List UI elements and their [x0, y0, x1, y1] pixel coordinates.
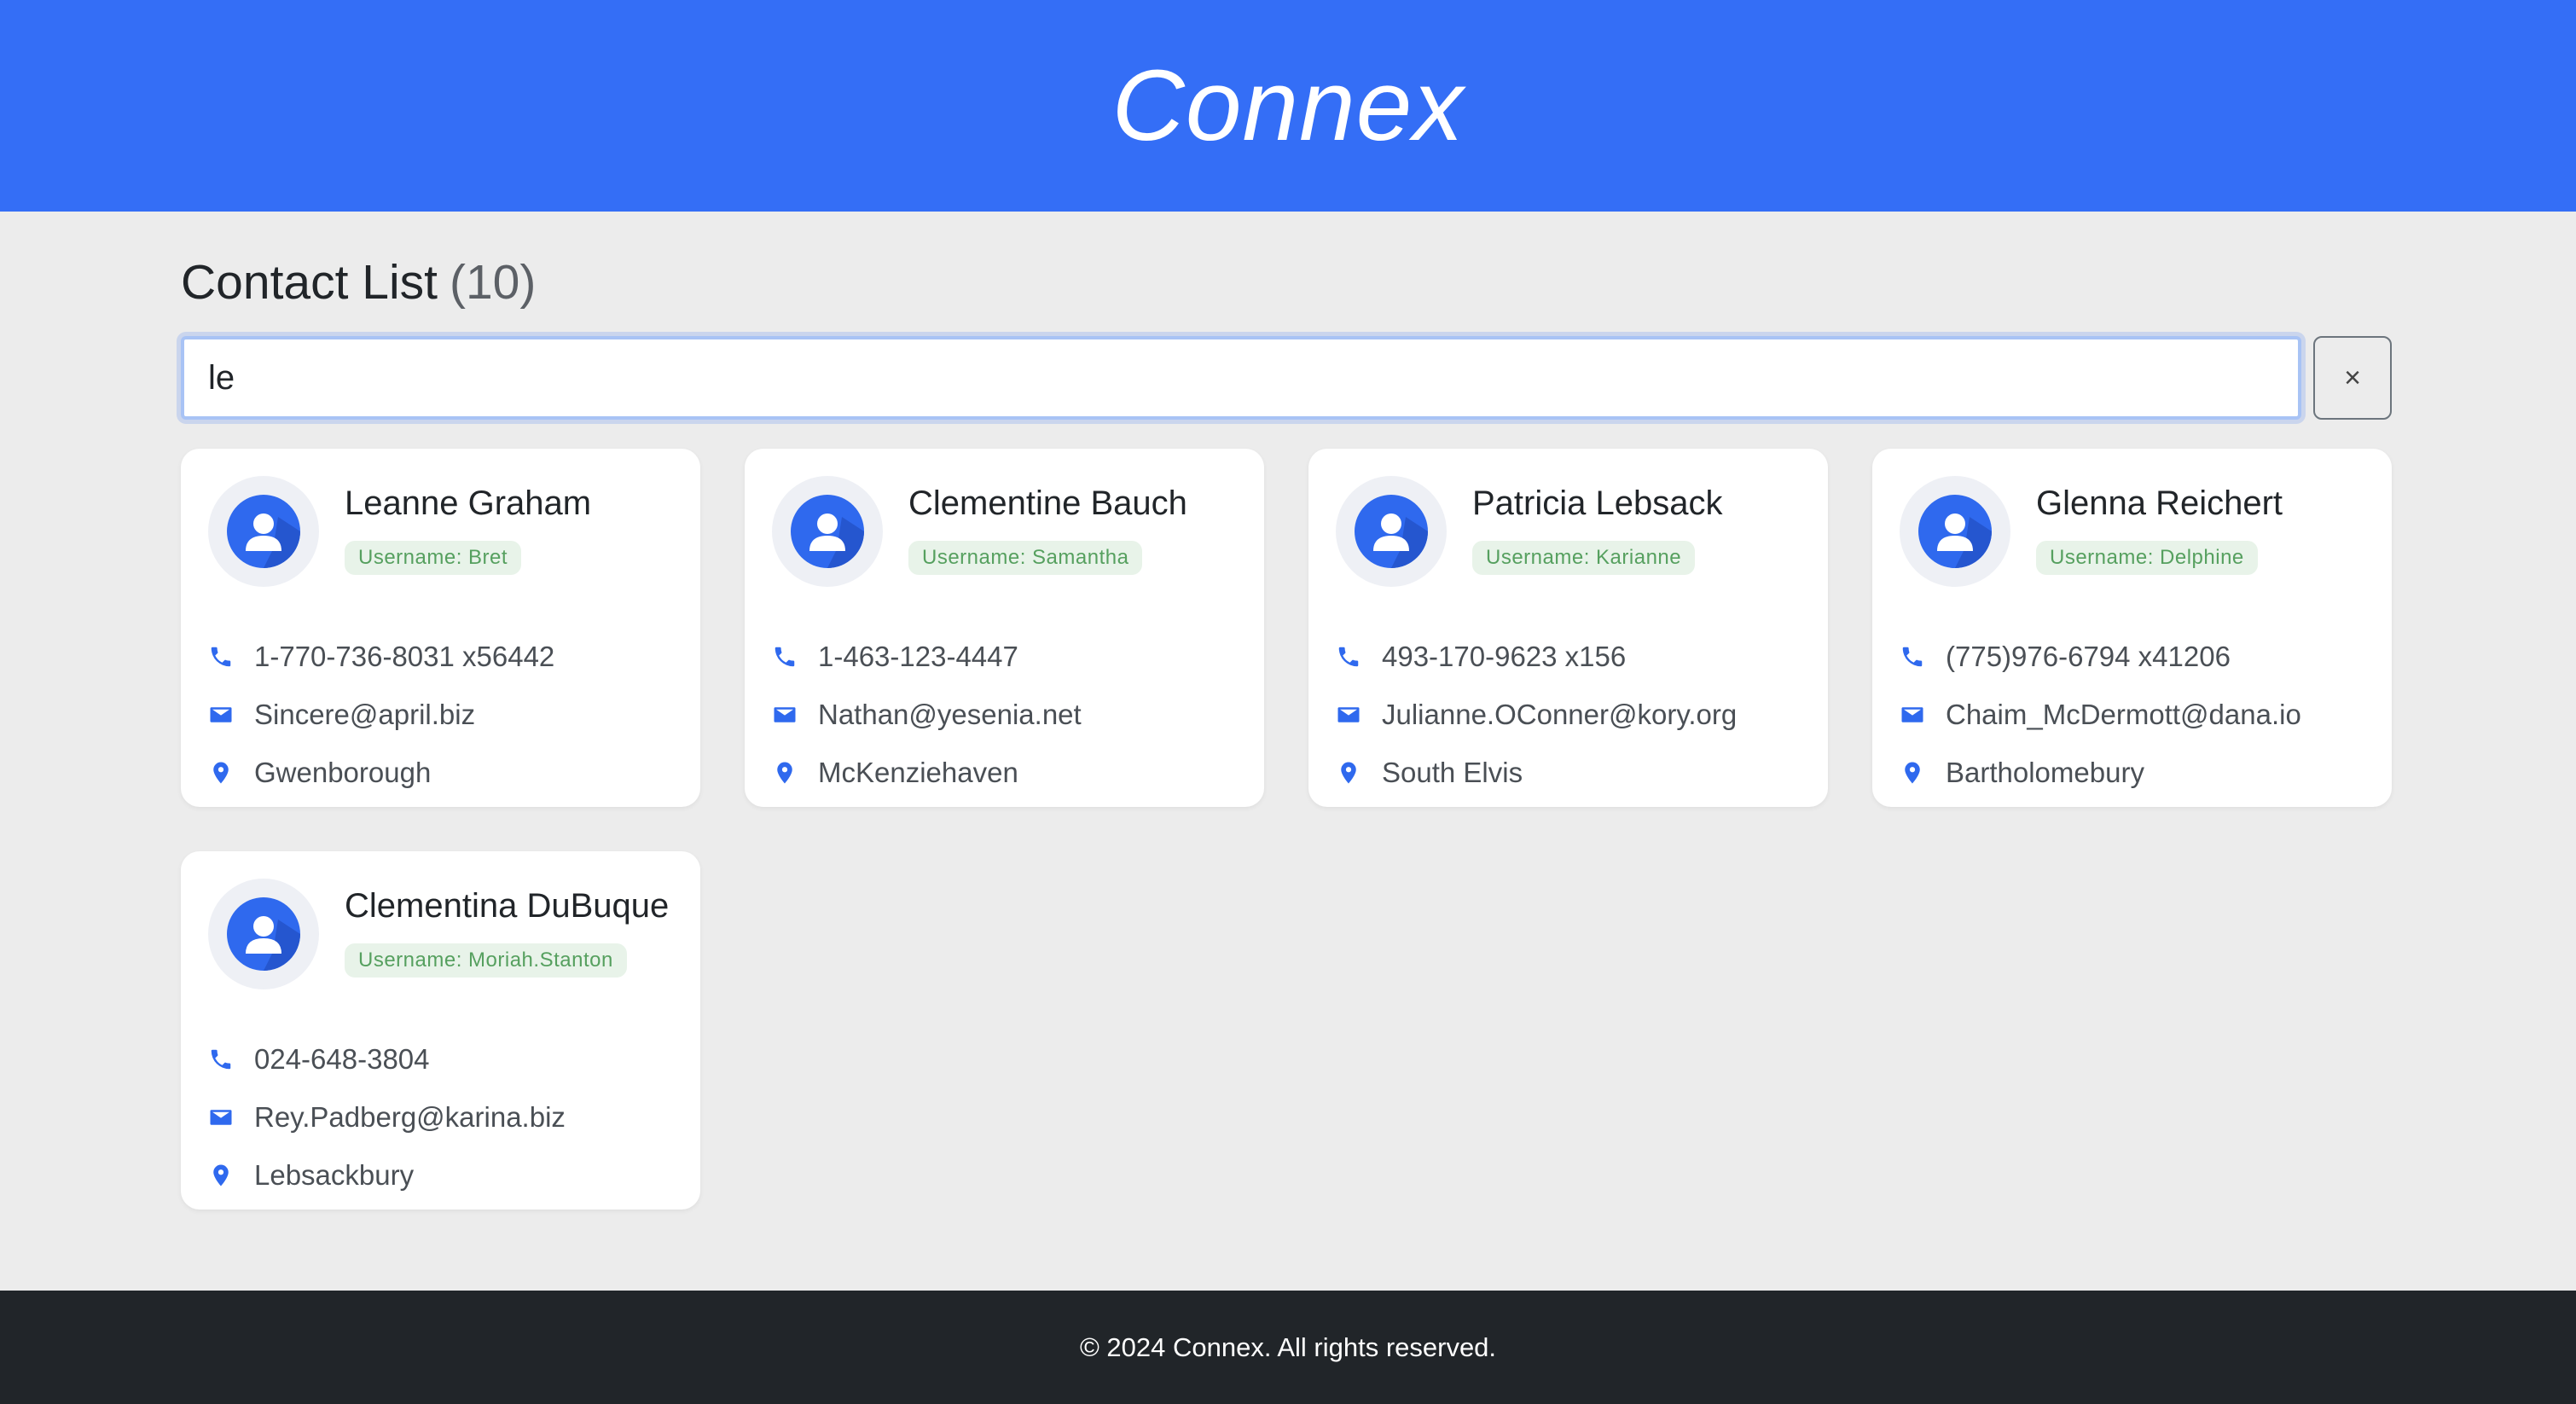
app-header: Connex — [0, 0, 2576, 212]
username-badge: Username: Bret — [345, 541, 522, 575]
phone-icon — [1336, 644, 1382, 670]
map-pin-icon — [1336, 760, 1382, 786]
footer-copyright: © 2024 Connex. All rights reserved. — [1079, 1331, 1497, 1362]
city: Gwenborough — [254, 757, 432, 788]
contact-info: 1-463-123-4447 Nathan@yesenia.net McKenz… — [772, 628, 1082, 802]
user-avatar-icon — [227, 495, 300, 568]
username-badge: Username: Delphine — [2036, 541, 2258, 575]
user-avatar-icon — [1355, 495, 1428, 568]
clear-search-button[interactable]: × — [2313, 336, 2392, 420]
contact-name: Glenna Reichert — [2036, 484, 2283, 522]
map-pin-icon — [1900, 760, 1946, 786]
email-row: Julianne.OConner@kory.org — [1336, 686, 1737, 744]
contact-info: 493-170-9623 x156 Julianne.OConner@kory.… — [1336, 628, 1737, 802]
username-badge: Username: Samantha — [908, 541, 1143, 575]
phone-row: 1-463-123-4447 — [772, 628, 1082, 686]
contact-info: (775)976-6794 x41206 Chaim_McDermott@dan… — [1900, 628, 2301, 802]
avatar — [208, 476, 319, 587]
location-row: McKenziehaven — [772, 744, 1082, 802]
location-row: Lebsackbury — [208, 1146, 566, 1204]
username-badge: Username: Karianne — [1472, 541, 1696, 575]
page-title-text: Contact List — [181, 255, 438, 310]
contact-name: Patricia Lebsack — [1472, 484, 1723, 522]
phone-icon — [772, 644, 818, 670]
email-row: Nathan@yesenia.net — [772, 686, 1082, 744]
location-row: Bartholomebury — [1900, 744, 2301, 802]
envelope-icon — [772, 702, 818, 728]
brand-title: Connex — [1111, 49, 1465, 162]
contact-name: Clementina DuBuque — [345, 887, 670, 925]
phone-row: 024-648-3804 — [208, 1030, 566, 1088]
contact-card[interactable]: Clementina DuBuque Username: Moriah.Stan… — [181, 851, 700, 1210]
contact-card[interactable]: Glenna Reichert Username: Delphine (775)… — [1872, 449, 2392, 807]
avatar — [772, 476, 883, 587]
email-address: Nathan@yesenia.net — [818, 699, 1082, 730]
avatar — [1900, 476, 2010, 587]
search-input[interactable] — [181, 336, 2301, 420]
user-avatar-icon — [1918, 495, 1992, 568]
phone-number: 024-648-3804 — [254, 1043, 430, 1075]
page-footer: © 2024 Connex. All rights reserved. — [0, 1291, 2576, 1404]
contact-info: 1-770-736-8031 x56442 Sincere@april.biz … — [208, 628, 554, 802]
contact-card[interactable]: Leanne Graham Username: Bret 1-770-736-8… — [181, 449, 700, 807]
contact-card[interactable]: Patricia Lebsack Username: Karianne 493-… — [1308, 449, 1828, 807]
page-title: Contact List (10) — [181, 254, 536, 310]
contact-name: Leanne Graham — [345, 484, 592, 522]
email-row: Rey.Padberg@karina.biz — [208, 1088, 566, 1146]
search-bar: × — [181, 336, 2392, 420]
email-address: Rey.Padberg@karina.biz — [254, 1101, 566, 1133]
phone-icon — [1900, 644, 1946, 670]
city: South Elvis — [1382, 757, 1523, 788]
email-address: Sincere@april.biz — [254, 699, 476, 730]
city: Lebsackbury — [254, 1159, 415, 1191]
map-pin-icon — [772, 760, 818, 786]
avatar — [208, 879, 319, 989]
phone-row: (775)976-6794 x41206 — [1900, 628, 2301, 686]
envelope-icon — [208, 702, 254, 728]
phone-icon — [208, 644, 254, 670]
email-address: Chaim_McDermott@dana.io — [1946, 699, 2301, 730]
contact-info: 024-648-3804 Rey.Padberg@karina.biz Lebs… — [208, 1030, 566, 1204]
phone-row: 1-770-736-8031 x56442 — [208, 628, 554, 686]
avatar — [1336, 476, 1447, 587]
city: Bartholomebury — [1946, 757, 2144, 788]
contact-card[interactable]: Clementine Bauch Username: Samantha 1-46… — [745, 449, 1264, 807]
user-avatar-icon — [791, 495, 864, 568]
contact-name: Clementine Bauch — [908, 484, 1187, 522]
phone-number: (775)976-6794 x41206 — [1946, 641, 2231, 672]
phone-number: 1-770-736-8031 x56442 — [254, 641, 555, 672]
phone-row: 493-170-9623 x156 — [1336, 628, 1737, 686]
email-row: Chaim_McDermott@dana.io — [1900, 686, 2301, 744]
email-address: Julianne.OConner@kory.org — [1382, 699, 1738, 730]
email-row: Sincere@april.biz — [208, 686, 554, 744]
envelope-icon — [1900, 702, 1946, 728]
contact-count: (10) — [449, 255, 537, 310]
phone-number: 493-170-9623 x156 — [1382, 641, 1627, 672]
map-pin-icon — [208, 760, 254, 786]
map-pin-icon — [208, 1163, 254, 1188]
location-row: Gwenborough — [208, 744, 554, 802]
phone-number: 1-463-123-4447 — [818, 641, 1018, 672]
location-row: South Elvis — [1336, 744, 1737, 802]
phone-icon — [208, 1047, 254, 1072]
close-icon: × — [2344, 361, 2361, 394]
city: McKenziehaven — [818, 757, 1018, 788]
user-avatar-icon — [227, 897, 300, 971]
username-badge: Username: Moriah.Stanton — [345, 943, 627, 978]
contact-grid: Leanne Graham Username: Bret 1-770-736-8… — [181, 449, 2392, 1210]
envelope-icon — [1336, 702, 1382, 728]
envelope-icon — [208, 1105, 254, 1130]
